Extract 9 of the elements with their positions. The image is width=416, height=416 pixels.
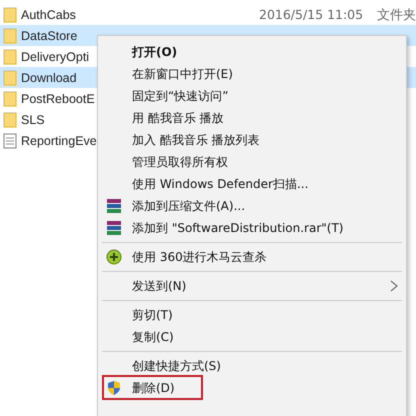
file-name: Download <box>21 70 77 84</box>
file-name: AuthCabs <box>21 8 76 22</box>
file-name: DeliveryOpti <box>21 50 90 64</box>
file-name: ReportingEve <box>21 134 97 148</box>
file-name: PostRebootE <box>21 92 95 106</box>
file-type: 文件夹 <box>377 6 416 24</box>
file-name: DataStore <box>21 28 78 42</box>
file-date: 2016/5/15 11:05 <box>259 7 364 22</box>
file-name: SLS <box>21 112 45 126</box>
